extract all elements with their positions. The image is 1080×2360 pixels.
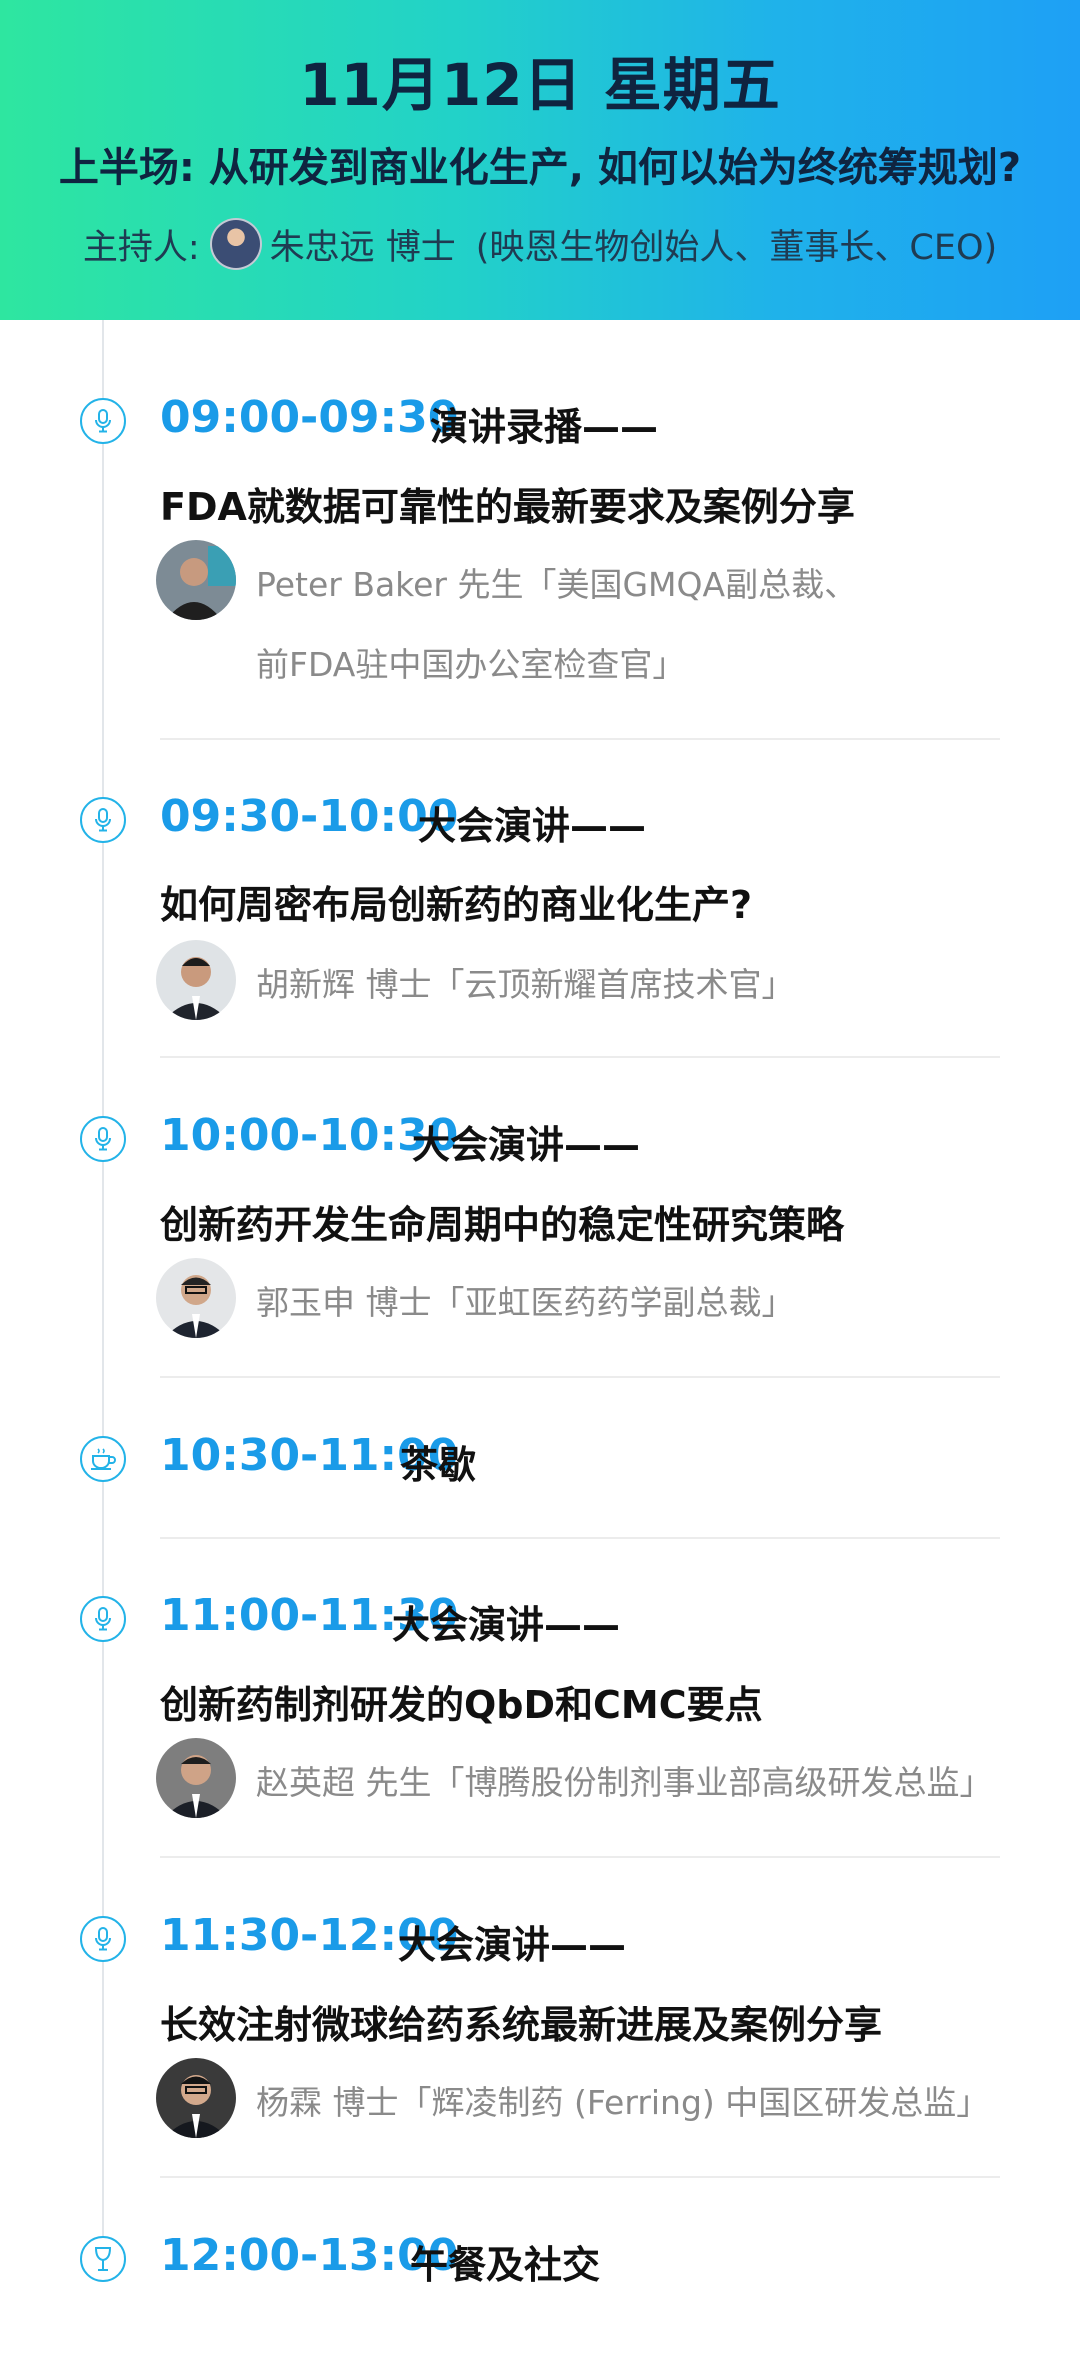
divider [160, 1376, 1000, 1378]
host-avatar [209, 218, 262, 270]
talk-title: 创新药制剂研发的QbD和CMC要点 [160, 1683, 763, 1727]
event-date: 11月12日 星期五 [299, 51, 781, 119]
session-type: 茶歇 [400, 1443, 477, 1487]
host-label: 主持人: [82, 227, 200, 268]
divider [160, 1856, 1000, 1858]
microphone-icon [80, 1596, 126, 1642]
timeline-line [102, 320, 104, 2260]
speaker-info: 胡新辉 博士「云顶新耀首席技术官」 [256, 965, 795, 1004]
session-time: 09:30-10:00 [160, 791, 459, 842]
speaker-avatar [156, 2058, 236, 2138]
microphone-icon [80, 398, 126, 444]
speaker-info: 郭玉申 博士「亚虹医药药学副总裁」 [256, 1283, 795, 1322]
session-type: 大会演讲—— [412, 1123, 641, 1167]
talk-title: 如何周密布局创新药的商业化生产? [160, 883, 753, 927]
session-type: 演讲录播—— [430, 405, 659, 449]
talk-title: FDA就数据可靠性的最新要求及案例分享 [160, 485, 855, 529]
session-time: 09:00-09:30 [160, 392, 459, 443]
host-line: 主持人: 朱忠远 博士 (映恩生物创始人、董事长、CEO) [0, 216, 1080, 272]
speaker-avatar [156, 940, 236, 1020]
session-type: 大会演讲—— [418, 804, 647, 848]
wine-glass-icon [80, 2236, 126, 2282]
session-subtitle: 上半场: 从研发到商业化生产, 如何以始为终统筹规划? [58, 145, 1022, 191]
speaker-info: 赵英超 先生「博腾股份制剂事业部高级研发总监」 [256, 1763, 993, 1802]
speaker-avatar [156, 1738, 236, 1818]
host-title: (映恩生物创始人、董事长、CEO) [475, 227, 998, 268]
speaker-info: Peter Baker 先生「美国GMQA副总裁、 [256, 565, 858, 604]
session-type: 大会演讲—— [398, 1923, 627, 1967]
microphone-icon [80, 1916, 126, 1962]
microphone-icon [80, 797, 126, 843]
divider [160, 2176, 1000, 2178]
microphone-icon [80, 1116, 126, 1162]
session-type: 午餐及社交 [410, 2243, 601, 2287]
talk-title: 长效注射微球给药系统最新进展及案例分享 [160, 2003, 883, 2047]
header-banner: 11月12日 星期五 上半场: 从研发到商业化生产, 如何以始为终统筹规划? 主… [0, 0, 1080, 320]
host-name: 朱忠远 博士 [269, 227, 456, 268]
talk-title: 创新药开发生命周期中的稳定性研究策略 [160, 1203, 845, 1247]
speaker-info: 杨霖 博士「辉凌制药 (Ferring) 中国区研发总监」 [256, 2083, 990, 2122]
tea-cup-icon [80, 1436, 126, 1482]
speaker-avatar [156, 540, 236, 620]
divider [160, 1056, 1000, 1058]
divider [160, 1537, 1000, 1539]
speaker-avatar [156, 1258, 236, 1338]
session-type: 大会演讲—— [392, 1603, 621, 1647]
divider [160, 738, 1000, 740]
speaker-info-line2: 前FDA驻中国办公室检查官」 [256, 645, 686, 684]
